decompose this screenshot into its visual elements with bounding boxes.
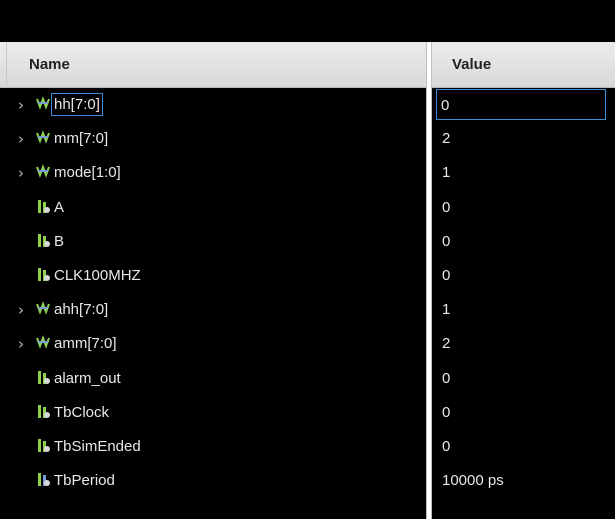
expand-chevron-icon[interactable]: › (18, 302, 30, 318)
bit-signal-icon (37, 404, 51, 420)
signal-name: hh[7:0] (51, 93, 103, 116)
signal-name: A (54, 198, 65, 216)
signal-value: 0 (442, 267, 451, 284)
signal-row[interactable]: alarm_out 0 (0, 362, 615, 396)
signal-row[interactable]: B0 (0, 225, 615, 259)
signal-value-cell[interactable]: 0 (436, 225, 608, 259)
signal-name-cell[interactable]: › ahh[7:0] (0, 293, 426, 327)
signal-value-cell[interactable]: 0 (436, 259, 608, 293)
signal-name-cell[interactable]: A (0, 191, 426, 225)
signal-value: 2 (442, 130, 451, 148)
signal-name-cell[interactable]: › hh[7:0] (0, 88, 426, 122)
bit-signal-icon (37, 438, 51, 454)
expand-chevron-icon[interactable]: › (18, 131, 30, 147)
signal-value-cell[interactable]: 1 (436, 293, 608, 327)
signal-name: TbSimEnded (54, 438, 141, 455)
signal-row[interactable]: TbSimEnded 0 (0, 430, 615, 464)
signal-value-cell[interactable]: 1 (436, 156, 608, 190)
signal-name-cell[interactable]: B (0, 225, 426, 259)
signal-value: 10000 ps (442, 472, 504, 490)
expand-chevron-icon[interactable]: › (18, 165, 30, 181)
signal-value: 0 (442, 438, 451, 455)
signal-row[interactable]: CLK100MHZ 0 (0, 259, 615, 293)
signal-name-cell[interactable]: TbSimEnded (0, 430, 426, 464)
signal-name-cell[interactable]: CLK100MHZ (0, 259, 426, 293)
signal-value-cell[interactable]: 2 (436, 122, 608, 156)
signal-value-cell[interactable]: 10000 ps (436, 464, 608, 498)
name-column-label: Name (29, 56, 70, 73)
objects-panel: Name Value › hh[7:0] 0 › mm[7:0] 2 › mode[1:0] 1… (0, 0, 615, 519)
bus-signal-icon (36, 96, 50, 112)
bus-signal-icon (36, 164, 50, 180)
signal-name: B (54, 232, 65, 250)
signal-row[interactable]: › amm[7:0] 2 (0, 327, 615, 361)
signal-name: TbClock (54, 403, 110, 421)
signal-name-cell[interactable]: › mm[7:0] (0, 122, 426, 156)
signal-name: ahh[7:0] (54, 301, 109, 319)
bit-signal-icon (37, 233, 51, 249)
signal-value: 0 (442, 232, 451, 250)
signal-row[interactable]: › mm[7:0] 2 (0, 122, 615, 156)
signal-name: CLK100MHZ (54, 267, 141, 284)
signal-name: mm[7:0] (54, 130, 109, 148)
bit-signal-icon (37, 199, 51, 215)
signal-name: alarm_out (54, 369, 121, 387)
signal-row[interactable]: TbPeriod 10000 ps (0, 464, 615, 498)
bus-signal-icon (36, 301, 50, 317)
parameter-icon (37, 472, 51, 488)
column-header: Name Value (0, 42, 615, 88)
expand-chevron-icon[interactable]: › (18, 336, 30, 352)
signal-value: 1 (442, 164, 451, 182)
signal-value: 1 (442, 301, 451, 319)
signal-name: amm[7:0] (54, 335, 117, 353)
signal-value: 0 (441, 97, 450, 114)
signal-value-cell[interactable]: 0 (436, 430, 608, 464)
bit-signal-icon (37, 370, 51, 386)
signal-value-cell[interactable]: 0 (436, 191, 608, 225)
value-column-label: Value (452, 56, 492, 73)
signal-name-cell[interactable]: TbClock (0, 396, 426, 430)
signal-name-cell[interactable]: › mode[1:0] (0, 156, 426, 190)
panel-toolbar (0, 0, 615, 43)
signal-row[interactable]: › hh[7:0] 0 (0, 88, 615, 122)
signal-name: mode[1:0] (54, 164, 121, 182)
signal-value: 0 (442, 369, 451, 387)
signal-row[interactable]: › mode[1:0] 1 (0, 156, 615, 190)
signal-name-cell[interactable]: › amm[7:0] (0, 327, 426, 361)
signal-row[interactable]: TbClock 0 (0, 396, 615, 430)
signal-value-cell[interactable]: 2 (436, 327, 608, 361)
value-column-header[interactable]: Value (432, 42, 615, 86)
signal-value: 0 (442, 403, 451, 421)
bus-signal-icon (36, 130, 50, 146)
signal-value-cell[interactable]: 0 (436, 396, 608, 430)
signal-row[interactable]: › ahh[7:0] 1 (0, 293, 615, 327)
signal-value-cell[interactable]: 0 (436, 362, 608, 396)
signal-value-cell[interactable]: 0 (436, 89, 606, 120)
signal-name-cell[interactable]: alarm_out (0, 362, 426, 396)
signal-value: 0 (442, 198, 451, 216)
signal-value: 2 (442, 335, 451, 353)
bit-signal-icon (37, 267, 51, 283)
signal-row[interactable]: A0 (0, 191, 615, 225)
signal-name: TbPeriod (54, 472, 115, 490)
bus-signal-icon (36, 335, 50, 351)
expand-chevron-icon[interactable]: › (18, 97, 30, 113)
signal-name-cell[interactable]: TbPeriod (0, 464, 426, 498)
name-column-header[interactable]: Name (6, 42, 426, 86)
